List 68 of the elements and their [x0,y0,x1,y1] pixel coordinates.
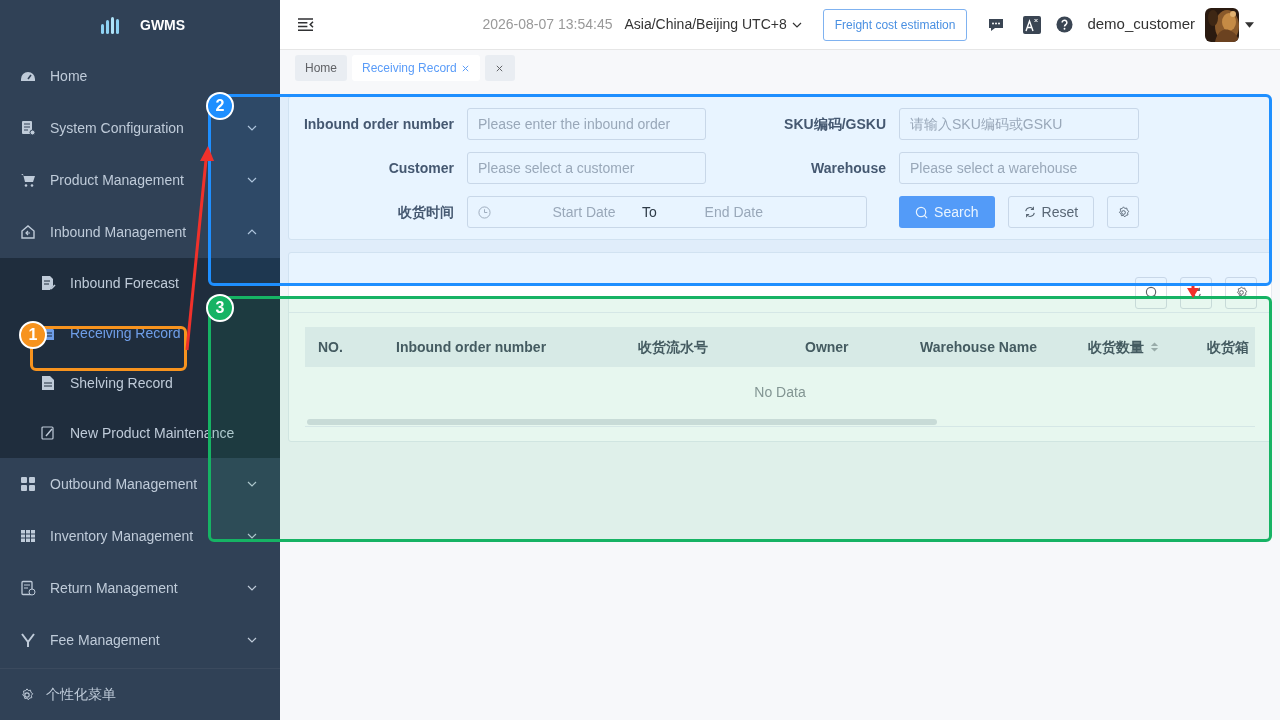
refresh-button[interactable] [1180,276,1212,309]
settings-icon [1234,286,1248,299]
column-header: Inbound order number [396,337,548,357]
search-icon [915,205,929,219]
close-icon [495,63,505,73]
submenu-item[interactable]: Inbound Forecast [70,272,179,294]
clock-icon [478,205,491,219]
search-toggle-button[interactable] [1135,276,1167,309]
logo-icon [100,16,122,34]
menu-item[interactable]: Outbound Management [50,473,198,495]
field-label: Warehouse [810,158,886,178]
grid-icon [20,476,36,492]
menu-item[interactable]: Home [50,65,88,87]
column-header: Owner [805,337,850,357]
menu-toggle-icon[interactable] [297,17,314,32]
personalize-menu-link[interactable]: 个性化菜单 [0,668,280,720]
refresh-icon [1023,206,1036,218]
search-icon [1144,286,1158,299]
house-icon [20,224,36,240]
username: demo_customer [1087,14,1195,35]
scrollbar-thumb[interactable] [307,419,937,425]
menu-item[interactable]: Fee Management [50,629,160,651]
close-icon[interactable] [460,63,470,73]
column-settings-button[interactable] [1225,276,1257,309]
menu-item[interactable]: System Configuration [50,117,184,139]
caret-icon[interactable] [1245,21,1254,28]
settings-icon [1116,205,1130,219]
help-icon[interactable] [1056,16,1074,33]
end-date-placeholder: End Date [703,202,764,222]
settings-button[interactable] [1107,196,1139,228]
empty-table-message: No Data [753,382,807,402]
submenu-item[interactable]: Shelving Record [70,372,173,394]
column-header: 收货数量 [1088,336,1207,358]
field-label: 收货时间 [397,202,454,222]
brand-name: GWMS [140,15,186,35]
menu-item[interactable]: Inventory Management [50,525,194,547]
menu-item[interactable]: Return Management [50,577,178,599]
column-header: 收货流水号 [638,337,709,357]
input-field[interactable]: Please enter the inbound order [467,108,706,140]
start-date-placeholder: Start Date [551,202,617,222]
translate-icon[interactable] [1023,15,1042,34]
field-label: Inbound order number [302,114,454,134]
table-icon [20,528,36,544]
column-header: Warehouse Name [920,337,1038,357]
menu-item[interactable]: Inbound Management [50,221,187,243]
date-time: 2026-08-07 13:54:45 [482,15,613,34]
input-field[interactable]: Please select a customer [467,152,706,184]
cart-icon [20,172,36,188]
reset-button[interactable]: Reset [1007,196,1095,228]
input-field[interactable]: Please select a warehouse [899,152,1139,184]
edit-icon [40,425,56,441]
document-pen-icon [40,275,56,291]
column-header: 收货箱 [1207,337,1250,357]
timezone-dropdown[interactable]: Asia/China/Beijing UTC+8 [624,14,803,35]
field-label: Customer [387,158,454,178]
field-label: SKU编码/GSKU [783,114,886,134]
column-header: NO. [317,337,344,357]
receipt-icon [20,580,36,596]
input-field[interactable]: 请输入SKU编码或GSKU [899,108,1139,140]
sort-icon[interactable] [1150,341,1159,353]
tab[interactable]: Home [295,55,347,81]
document-icon [40,375,56,391]
date-range-field[interactable]: Start Date To End Date [467,196,867,228]
freight-cost-button[interactable]: Freight cost estimation [822,8,968,41]
settings-icon [20,687,34,702]
document-icon [20,120,36,136]
range-separator: To [642,202,657,222]
menu-item[interactable]: Product Management [50,169,184,191]
